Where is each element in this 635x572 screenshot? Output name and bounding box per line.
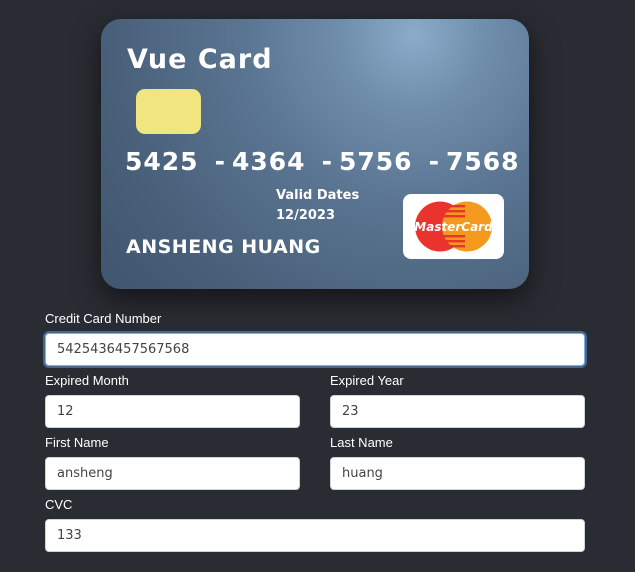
expired-year-label: Expired Year bbox=[330, 373, 404, 388]
first-name-input[interactable] bbox=[45, 457, 300, 490]
card-number-input[interactable] bbox=[45, 333, 585, 366]
expired-month-label: Expired Month bbox=[45, 373, 129, 388]
cvc-input[interactable] bbox=[45, 519, 585, 552]
expired-month-input[interactable] bbox=[45, 395, 300, 428]
cvc-label: CVC bbox=[45, 497, 73, 512]
last-name-label: Last Name bbox=[330, 435, 393, 450]
first-name-label: First Name bbox=[45, 435, 109, 450]
expired-year-input[interactable] bbox=[330, 395, 585, 428]
card-number-label: Credit Card Number bbox=[45, 311, 162, 326]
card-form: Credit Card Number Expired Month Expired… bbox=[0, 0, 635, 572]
last-name-input[interactable] bbox=[330, 457, 585, 490]
